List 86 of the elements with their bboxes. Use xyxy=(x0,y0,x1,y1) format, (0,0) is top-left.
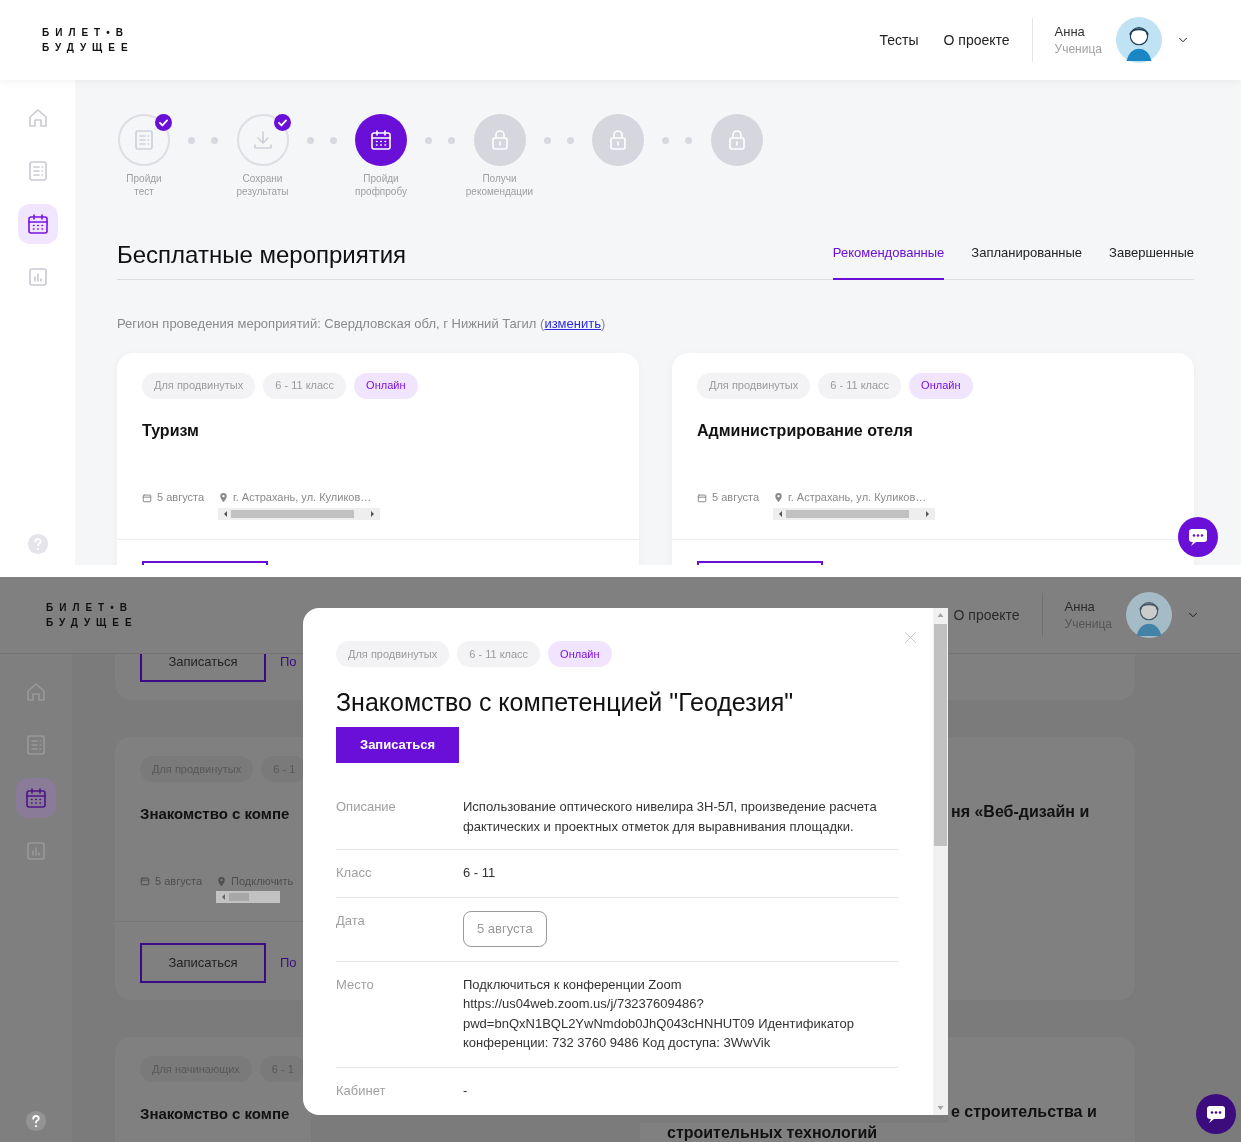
step-label: Пройди тест xyxy=(125,172,163,198)
field-label: Место xyxy=(336,975,375,994)
change-region-link[interactable]: изменить xyxy=(544,316,601,331)
check-badge-icon xyxy=(155,114,172,131)
event-card[interactable]: ня «Веб-дизайн и xyxy=(948,737,1135,1000)
avatar[interactable] xyxy=(1126,592,1172,638)
step-label: Сохрани результаты xyxy=(235,172,290,198)
bar-chart-icon xyxy=(24,839,48,863)
event-date: 5 августа xyxy=(712,490,760,506)
event-date: 5 августа xyxy=(157,490,205,506)
chat-button-icon[interactable] xyxy=(1178,517,1218,557)
tag: Онлайн xyxy=(909,372,973,399)
step-label: Получи рекомендации xyxy=(464,172,535,198)
tab[interactable]: Запланированные xyxy=(971,242,1083,280)
event-title: Знакомство с компе xyxy=(140,804,290,824)
avatar[interactable] xyxy=(1116,17,1162,63)
field-label: Класс xyxy=(336,864,373,882)
nav-link[interactable]: О проекте xyxy=(943,29,1010,51)
calendar-icon xyxy=(140,876,150,886)
region-text: Регион проведения мероприятий: Свердловская обл, г Нижний Тагил (изменить) xyxy=(117,315,607,333)
event-title: Администрирование отеля xyxy=(697,420,914,441)
field-value: Подключиться к конференции Zoom https://us04web.zoom.us/j/73237609486?pwd=bnQxN1BQL2YwNmdob0JhQ043cHNHUT09 Идентификатор конференции: 732 3760 9486 Код доступа: 3WwVik xyxy=(463,975,855,1052)
event-title: Туризм xyxy=(142,420,200,441)
more-link[interactable]: По xyxy=(280,654,297,671)
event-title: ня «Веб-дизайн и xyxy=(951,802,1090,822)
tag: Онлайн xyxy=(548,641,612,667)
event-place: г. Астрахань, ул. Куликов… xyxy=(233,490,372,506)
sidebar-item[interactable] xyxy=(17,204,58,244)
step-label: Пройди профпробу xyxy=(354,172,408,198)
vertical-scrollbar[interactable] xyxy=(933,608,948,1115)
event-title: строительных технологий xyxy=(667,1123,878,1142)
nav-link[interactable]: Тесты xyxy=(879,29,919,51)
field-value: - xyxy=(463,1081,469,1100)
event-title: е строительства и xyxy=(951,1102,1097,1122)
user-name: Анна xyxy=(1054,22,1086,41)
calendar-icon xyxy=(369,128,393,152)
field-value: 6 - 11 xyxy=(463,864,497,882)
signup-button[interactable]: Записаться xyxy=(336,727,459,763)
event-place: г. Астрахань, ул. Куликов… xyxy=(788,490,927,506)
document-list-icon xyxy=(24,733,48,757)
horizontal-scrollbar[interactable] xyxy=(216,891,281,903)
event-card[interactable]: Для продвинутых 6 - 11 класс Онлайн Администрирование отеля 5 августа г. Астрахань, ул. Куликов… xyxy=(672,352,1194,565)
tag: 6 - 11 класс xyxy=(457,641,541,667)
field-label: Дата xyxy=(336,911,366,930)
logo-text[interactable]: БУДУЩЕЕ xyxy=(46,616,138,629)
tag: Для продвинутых xyxy=(697,372,811,399)
location-pin-icon xyxy=(773,492,785,503)
home-icon xyxy=(24,680,48,704)
event-card[interactable]: Для продвинутых 6 - 11 класс Онлайн Туризм 5 августа г. Астрахань, ул. Куликов… xyxy=(117,352,639,565)
tag: Для продвинутых xyxy=(142,372,256,399)
more-link[interactable]: По xyxy=(280,953,297,973)
help-icon[interactable] xyxy=(25,1110,47,1132)
logo-text[interactable]: БИЛЕТ•В xyxy=(42,26,134,39)
nav-link[interactable]: О проекте xyxy=(953,604,1020,626)
calendar-icon xyxy=(697,492,707,503)
logo-text[interactable]: БИЛЕТ•В xyxy=(46,601,138,614)
horizontal-scrollbar[interactable] xyxy=(218,507,381,520)
check-badge-icon xyxy=(273,114,291,131)
tab[interactable]: Рекомендованные xyxy=(832,242,945,280)
logo-text[interactable]: БУДУЩЕЕ xyxy=(42,41,134,54)
signup-button[interactable]: Записаться xyxy=(140,654,266,682)
close-icon[interactable] xyxy=(903,630,918,645)
tag: Для продвинутых xyxy=(336,641,450,667)
location-pin-icon xyxy=(216,875,228,887)
section-title: Бесплатные мероприятия xyxy=(117,240,407,270)
document-list-icon xyxy=(132,128,156,152)
tag: 6 - 11 класс xyxy=(818,372,902,399)
signup-button[interactable]: Записаться xyxy=(140,943,266,983)
modal-title: Знакомство с компетенцией "Геодезия" xyxy=(336,687,795,717)
horizontal-scrollbar[interactable] xyxy=(773,507,936,520)
location-pin-icon xyxy=(218,492,230,503)
user-name: Анна xyxy=(1064,597,1096,616)
sidebar-item[interactable] xyxy=(16,778,56,818)
calendar-icon xyxy=(24,786,48,810)
tag: Онлайн xyxy=(354,372,418,399)
user-role: Ученица xyxy=(1054,40,1102,58)
tag: 6 - 11 класс xyxy=(263,372,347,399)
field-label: Описание xyxy=(336,798,397,816)
tab[interactable]: Завершенные xyxy=(1109,242,1194,280)
field-value: Использование оптического нивелира 3Н-5Л, произведение расчета фактических и проектных отметок для выравнивания площадки. xyxy=(463,798,878,836)
chat-button-icon[interactable] xyxy=(1196,1094,1236,1134)
calendar-icon xyxy=(142,492,152,503)
field-label: Кабинет xyxy=(336,1081,387,1100)
calendar-icon xyxy=(25,212,50,236)
date-chip[interactable]: 5 августа xyxy=(463,910,547,947)
event-title: Знакомство с компе xyxy=(140,1104,290,1124)
